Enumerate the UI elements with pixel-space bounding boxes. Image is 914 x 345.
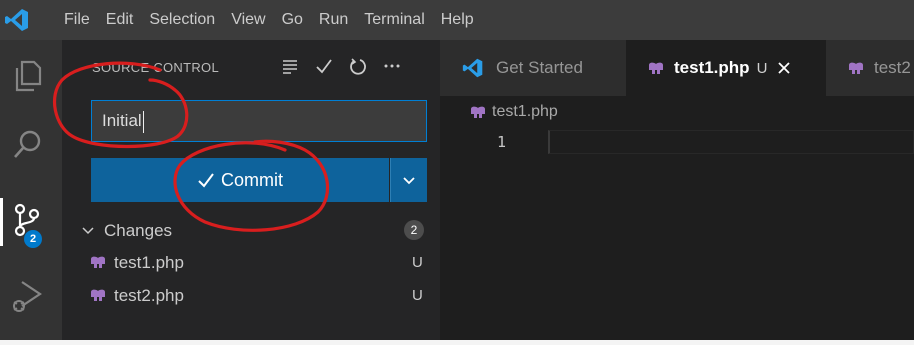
- php-file-icon: [649, 62, 663, 74]
- active-indicator: [0, 198, 3, 246]
- menu-bar: File Edit Selection View Go Run Terminal…: [56, 0, 482, 40]
- menu-terminal[interactable]: Terminal: [356, 0, 432, 40]
- tab-label: test2: [874, 58, 911, 77]
- menu-selection[interactable]: Selection: [141, 0, 223, 40]
- file-name: test2.php: [114, 286, 184, 305]
- commit-button-label: Commit: [221, 169, 283, 190]
- tab-test2-php[interactable]: test2: [826, 40, 914, 96]
- php-file-icon: [471, 106, 485, 118]
- php-file-icon: [91, 289, 105, 301]
- tab-untracked-status: U: [756, 59, 768, 77]
- commit-message-value: Initial: [102, 111, 142, 130]
- file-name: test1.php: [114, 253, 184, 272]
- commit-dropdown-button[interactable]: [390, 158, 427, 202]
- vscode-logo-icon: [462, 58, 483, 78]
- refresh-icon[interactable]: [346, 54, 370, 78]
- vscode-window: File Edit Selection View Go Run Terminal…: [0, 0, 914, 340]
- close-icon[interactable]: [777, 61, 791, 75]
- commit-button[interactable]: Commit: [91, 158, 389, 202]
- file-status-untracked: U: [412, 254, 423, 271]
- current-line-highlight[interactable]: [548, 130, 914, 154]
- tab-label: test1.php: [674, 58, 750, 77]
- panel-title: SOURCE CONTROL: [92, 60, 219, 75]
- activity-bar: 2: [0, 40, 62, 340]
- changes-count-badge: 2: [404, 220, 424, 240]
- file-status-untracked: U: [412, 287, 423, 304]
- panel-actions: [278, 54, 404, 78]
- search-icon[interactable]: [8, 126, 48, 166]
- menu-go[interactable]: Go: [274, 0, 311, 40]
- check-icon: [198, 173, 214, 188]
- breadcrumb[interactable]: test1.php: [470, 103, 558, 121]
- chevron-down-icon: [82, 227, 94, 235]
- php-file-icon: [91, 256, 105, 268]
- check-icon[interactable]: [312, 54, 336, 78]
- menu-file[interactable]: File: [56, 0, 98, 40]
- text-caret: [142, 110, 144, 133]
- tab-test1-php[interactable]: test1.php U: [626, 40, 826, 96]
- menu-edit[interactable]: Edit: [98, 0, 142, 40]
- commit-message-input[interactable]: Initial: [91, 100, 427, 142]
- menu-help[interactable]: Help: [433, 0, 482, 40]
- chevron-down-icon: [403, 177, 415, 185]
- explorer-icon[interactable]: [8, 56, 48, 96]
- title-bar: File Edit Selection View Go Run Terminal…: [0, 0, 914, 40]
- menu-view[interactable]: View: [223, 0, 273, 40]
- list-view-icon[interactable]: [278, 54, 302, 78]
- vscode-logo-icon: [5, 9, 28, 31]
- editor-tab-bar: Get Started test1.php U test2: [440, 40, 914, 96]
- changed-file-item[interactable]: test1.php U: [62, 250, 440, 276]
- run-debug-icon[interactable]: [8, 276, 48, 316]
- source-control-badge: 2: [24, 230, 42, 248]
- tab-get-started[interactable]: Get Started: [440, 40, 626, 96]
- changed-file-item[interactable]: test2.php U: [62, 283, 440, 309]
- tab-label: Get Started: [496, 58, 583, 77]
- source-control-panel: SOURCE CONTROL Initial Commit Changes 2 …: [62, 40, 440, 340]
- line-number: 1: [497, 133, 507, 151]
- changes-label: Changes: [104, 221, 173, 240]
- breadcrumb-file: test1.php: [492, 103, 558, 120]
- more-icon[interactable]: [380, 54, 404, 78]
- menu-run[interactable]: Run: [311, 0, 356, 40]
- changes-group-header[interactable]: Changes 2: [62, 218, 440, 244]
- php-file-icon: [849, 62, 863, 74]
